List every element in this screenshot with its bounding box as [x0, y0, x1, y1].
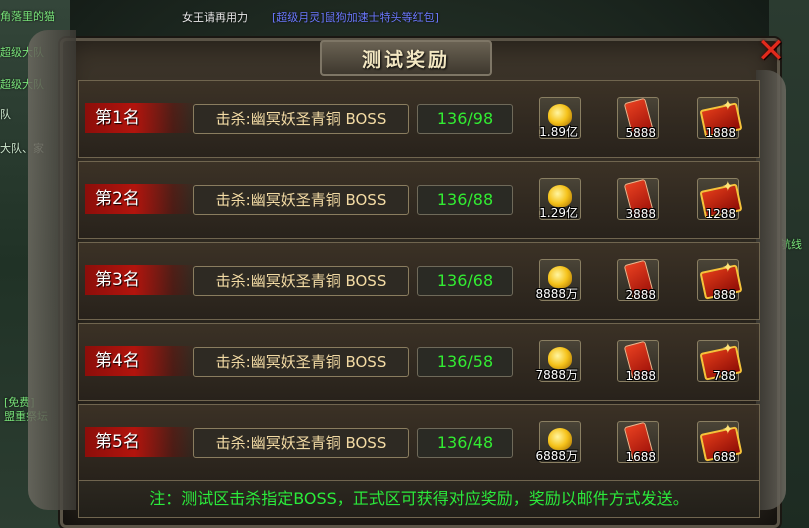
- reward-item-gold[interactable]: 7888万: [535, 340, 581, 382]
- kill-progress: 136/48: [417, 428, 513, 458]
- reward-row: 第2名 击杀:幽冥妖圣青铜 BOSS 136/88 1.29亿 3888 ✦ 1…: [78, 161, 760, 239]
- task-label: 击杀:幽冥妖圣青铜 BOSS: [193, 266, 409, 296]
- reward-quantity: 688: [713, 450, 736, 464]
- reward-item-envelope[interactable]: ✦ 688: [697, 421, 743, 464]
- reward-quantity: 5888: [625, 126, 656, 140]
- dialog-title: 测试奖励: [361, 48, 450, 71]
- rank-label: 第3名: [85, 265, 195, 295]
- reward-note: 注：测试区击杀指定BOSS，正式区可获得对应奖励，奖励以邮件方式发送。: [78, 480, 760, 518]
- scene-label: 队: [0, 108, 11, 121]
- reward-item-envelope[interactable]: ✦ 1888: [697, 97, 743, 140]
- scene-label: 女王请再用力: [182, 11, 248, 24]
- task-label: 击杀:幽冥妖圣青铜 BOSS: [193, 347, 409, 377]
- dragon-ornament-right: [756, 70, 786, 510]
- reward-item-redbag[interactable]: 2888: [617, 259, 659, 302]
- rank-label: 第4名: [85, 346, 195, 376]
- task-label: 击杀:幽冥妖圣青铜 BOSS: [193, 428, 409, 458]
- reward-quantity: 3888: [625, 207, 656, 221]
- dialog-title-bar: 测试奖励: [320, 40, 492, 76]
- reward-quantity: 788: [713, 369, 736, 383]
- reward-row: 第1名 击杀:幽冥妖圣青铜 BOSS 136/98 1.89亿 5888 ✦ 1…: [78, 80, 760, 158]
- reward-row: 第3名 击杀:幽冥妖圣青铜 BOSS 136/68 8888万 2888 ✦ 8…: [78, 242, 760, 320]
- reward-quantity: 1.89亿: [539, 125, 578, 139]
- sparkle-icon: ✦: [722, 179, 734, 195]
- reward-quantity: 1888: [705, 126, 736, 140]
- reward-quantity: 6888万: [535, 449, 578, 463]
- reward-item-redbag[interactable]: 5888: [617, 97, 659, 140]
- reward-item-envelope[interactable]: ✦ 888: [697, 259, 743, 302]
- reward-row: 第5名 击杀:幽冥妖圣青铜 BOSS 136/48 6888万 1688 ✦ 6…: [78, 404, 760, 482]
- reward-quantity: 1.29亿: [539, 206, 578, 220]
- sparkle-icon: ✦: [722, 422, 734, 438]
- close-icon[interactable]: ✕: [754, 34, 788, 68]
- reward-item-gold[interactable]: 1.29亿: [539, 178, 581, 220]
- reward-item-redbag[interactable]: 1888: [617, 340, 659, 383]
- reward-item-gold[interactable]: 8888万: [535, 259, 581, 301]
- rank-label: 第5名: [85, 427, 195, 457]
- task-label: 击杀:幽冥妖圣青铜 BOSS: [193, 185, 409, 215]
- task-label: 击杀:幽冥妖圣青铜 BOSS: [193, 104, 409, 134]
- reward-item-envelope[interactable]: ✦ 788: [697, 340, 743, 383]
- reward-quantity: 1888: [625, 369, 656, 383]
- scene-label: 角落里的猫: [0, 10, 55, 23]
- scene-label: [超级月灵]鼠狗加速士特头等红包]: [272, 11, 439, 24]
- sparkle-icon: ✦: [722, 260, 734, 276]
- reward-item-envelope[interactable]: ✦ 1288: [697, 178, 743, 221]
- kill-progress: 136/58: [417, 347, 513, 377]
- rank-label: 第1名: [85, 103, 195, 133]
- reward-quantity: 2888: [625, 288, 656, 302]
- sparkle-icon: ✦: [722, 341, 734, 357]
- reward-item-redbag[interactable]: 1688: [617, 421, 659, 464]
- reward-item-redbag[interactable]: 3888: [617, 178, 659, 221]
- reward-item-gold[interactable]: 6888万: [535, 421, 581, 463]
- kill-progress: 136/88: [417, 185, 513, 215]
- reward-quantity: 7888万: [535, 368, 578, 382]
- reward-quantity: 8888万: [535, 287, 578, 301]
- dragon-ornament-left: [28, 30, 76, 510]
- reward-item-gold[interactable]: 1.89亿: [539, 97, 581, 139]
- sparkle-icon: ✦: [722, 98, 734, 114]
- reward-row: 第4名 击杀:幽冥妖圣青铜 BOSS 136/58 7888万 1888 ✦ 7…: [78, 323, 760, 401]
- reward-quantity: 1688: [625, 450, 656, 464]
- kill-progress: 136/68: [417, 266, 513, 296]
- kill-progress: 136/98: [417, 104, 513, 134]
- reward-quantity: 888: [713, 288, 736, 302]
- reward-quantity: 1288: [705, 207, 736, 221]
- rank-label: 第2名: [85, 184, 195, 214]
